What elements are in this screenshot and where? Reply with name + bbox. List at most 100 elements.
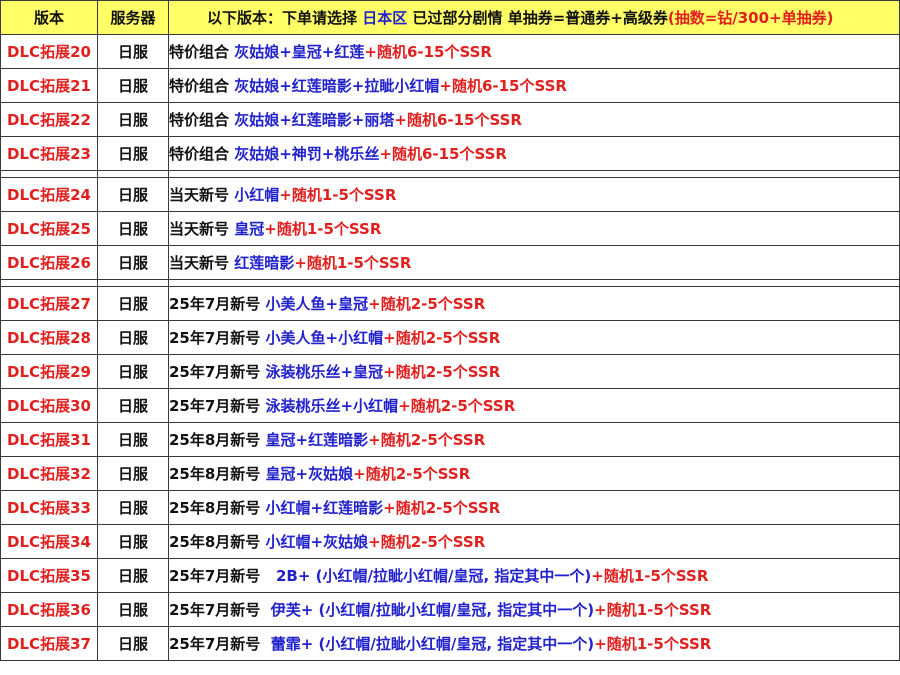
description-cell: 当天新号 小红帽+随机1-5个SSR — [168, 177, 900, 212]
character-list: 小红帽+灰姑娘 — [265, 533, 369, 551]
bonus-text: +随机1-5个SSR — [594, 601, 712, 619]
package-type: 特价组合 — [169, 145, 235, 163]
table-row: DLC拓展33 日服 25年8月新号 小红帽+红莲暗影+随机2-5个SSR — [0, 490, 900, 525]
server-cell: 日服 — [97, 68, 169, 103]
version-cell: DLC拓展34 — [0, 524, 98, 559]
version-cell: DLC拓展29 — [0, 354, 98, 389]
server-cell: 日服 — [97, 245, 169, 280]
bonus-text: +随机6-15个SSR — [394, 111, 522, 129]
separator-cell — [0, 279, 98, 287]
table-row: DLC拓展37 日服 25年7月新号 蕾霏+ (小红帽/拉眦小红帽/皇冠, 指定其中… — [0, 626, 900, 661]
package-type: 25年8月新号 — [169, 499, 266, 517]
character-list: 伊芙+ (小红帽/拉眦小红帽/皇冠, 指定其中一个) — [265, 601, 595, 619]
package-type: 当天新号 — [169, 254, 235, 272]
bonus-text: +随机1-5个SSR — [264, 220, 382, 238]
character-list: 灰姑娘+红莲暗影+拉眦小红帽 — [234, 77, 440, 95]
header-version: 版本 — [0, 0, 98, 35]
server-cell: 日服 — [97, 490, 169, 525]
description-cell: 特价组合 灰姑娘+红莲暗影+丽塔+随机6-15个SSR — [168, 102, 900, 137]
description-cell: 25年7月新号 小美人鱼+皇冠+随机2-5个SSR — [168, 286, 900, 321]
version-cell: DLC拓展37 — [0, 626, 98, 661]
server-cell: 日服 — [97, 211, 169, 246]
package-type: 特价组合 — [169, 43, 235, 61]
separator-cell — [168, 170, 900, 178]
character-list: 红莲暗影 — [234, 254, 295, 272]
description-cell: 25年7月新号 蕾霏+ (小红帽/拉眦小红帽/皇冠, 指定其中一个)+随机1-5… — [168, 626, 900, 661]
description-cell: 25年8月新号 皇冠+灰姑娘+随机2-5个SSR — [168, 456, 900, 491]
separator-cell — [97, 170, 169, 178]
package-type: 25年7月新号 — [169, 567, 266, 585]
server-cell: 日服 — [97, 422, 169, 457]
server-cell: 日服 — [97, 524, 169, 559]
description-cell: 25年8月新号 皇冠+红莲暗影+随机2-5个SSR — [168, 422, 900, 457]
description-cell: 25年7月新号 泳装桃乐丝+皇冠+随机2-5个SSR — [168, 354, 900, 389]
server-cell: 日服 — [97, 320, 169, 355]
bonus-text: +随机2-5个SSR — [383, 499, 501, 517]
bonus-text: +随机1-5个SSR — [591, 567, 709, 585]
bonus-text: +随机2-5个SSR — [368, 431, 486, 449]
table-row: DLC拓展27 日服 25年7月新号 小美人鱼+皇冠+随机2-5个SSR — [0, 286, 900, 321]
table-row: DLC拓展36 日服 25年7月新号 伊芙+ (小红帽/拉眦小红帽/皇冠, 指定其中… — [0, 592, 900, 627]
description-cell: 当天新号 皇冠+随机1-5个SSR — [168, 211, 900, 246]
description-cell: 当天新号 红莲暗影+随机1-5个SSR — [168, 245, 900, 280]
table-row: DLC拓展26 日服 当天新号 红莲暗影+随机1-5个SSR — [0, 245, 900, 280]
description-cell: 25年7月新号 小美人鱼+小红帽+随机2-5个SSR — [168, 320, 900, 355]
version-cell: DLC拓展21 — [0, 68, 98, 103]
character-list: 小红帽 — [234, 186, 280, 204]
version-cell: DLC拓展32 — [0, 456, 98, 491]
description-cell: 25年8月新号 小红帽+灰姑娘+随机2-5个SSR — [168, 524, 900, 559]
server-cell: 日服 — [97, 354, 169, 389]
server-cell: 日服 — [97, 136, 169, 171]
table-row: DLC拓展22 日服 特价组合 灰姑娘+红莲暗影+丽塔+随机6-15个SSR — [0, 102, 900, 137]
bonus-text: +随机1-5个SSR — [294, 254, 412, 272]
header-text-1: 以下版本：下单请选择 — [207, 9, 363, 27]
server-cell: 日服 — [97, 558, 169, 593]
package-type: 25年7月新号 — [169, 601, 266, 619]
table-row: DLC拓展29 日服 25年7月新号 泳装桃乐丝+皇冠+随机2-5个SSR — [0, 354, 900, 389]
server-cell: 日服 — [97, 34, 169, 69]
version-cell: DLC拓展24 — [0, 177, 98, 212]
table-row: DLC拓展24 日服 当天新号 小红帽+随机1-5个SSR — [0, 177, 900, 212]
package-type: 25年8月新号 — [169, 533, 266, 551]
table-row: DLC拓展34 日服 25年8月新号 小红帽+灰姑娘+随机2-5个SSR — [0, 524, 900, 559]
bonus-text: +随机6-15个SSR — [439, 77, 567, 95]
version-cell: DLC拓展28 — [0, 320, 98, 355]
version-cell: DLC拓展23 — [0, 136, 98, 171]
description-cell: 25年8月新号 小红帽+红莲暗影+随机2-5个SSR — [168, 490, 900, 525]
table-row: DLC拓展21 日服 特价组合 灰姑娘+红莲暗影+拉眦小红帽+随机6-15个SSR — [0, 68, 900, 103]
table-row: DLC拓展31 日服 25年8月新号 皇冠+红莲暗影+随机2-5个SSR — [0, 422, 900, 457]
package-type: 特价组合 — [169, 111, 235, 129]
table-row: DLC拓展23 日服 特价组合 灰姑娘+神罚+桃乐丝+随机6-15个SSR — [0, 136, 900, 171]
header-row: 版本 服务器 以下版本：下单请选择 日本区 已过部分剧情 单抽券=普通券+高级券… — [0, 0, 900, 35]
table-row: DLC拓展32 日服 25年8月新号 皇冠+灰姑娘+随机2-5个SSR — [0, 456, 900, 491]
character-list: 小美人鱼+皇冠 — [265, 295, 369, 313]
bonus-text: +随机6-15个SSR — [379, 145, 507, 163]
server-cell: 日服 — [97, 456, 169, 491]
separator-cell — [97, 279, 169, 287]
character-list: 灰姑娘+红莲暗影+丽塔 — [234, 111, 395, 129]
header-description: 以下版本：下单请选择 日本区 已过部分剧情 单抽券=普通券+高级券(抽数=钻/3… — [168, 0, 900, 35]
table-row: DLC拓展20 日服 特价组合 灰姑娘+皇冠+红莲+随机6-15个SSR — [0, 34, 900, 69]
version-cell: DLC拓展31 — [0, 422, 98, 457]
version-cell: DLC拓展25 — [0, 211, 98, 246]
separator-cell — [168, 279, 900, 287]
description-cell: 25年7月新号 伊芙+ (小红帽/拉眦小红帽/皇冠, 指定其中一个)+随机1-5… — [168, 592, 900, 627]
server-cell: 日服 — [97, 286, 169, 321]
pricing-table: 版本 服务器 以下版本：下单请选择 日本区 已过部分剧情 单抽券=普通券+高级券… — [0, 0, 900, 661]
bonus-text: +随机2-5个SSR — [383, 363, 501, 381]
description-cell: 25年7月新号 2B+ (小红帽/拉眦小红帽/皇冠, 指定其中一个)+随机1-5… — [168, 558, 900, 593]
separator-row — [0, 170, 900, 178]
separator-row — [0, 279, 900, 287]
description-cell: 特价组合 灰姑娘+红莲暗影+拉眦小红帽+随机6-15个SSR — [168, 68, 900, 103]
version-cell: DLC拓展35 — [0, 558, 98, 593]
server-cell: 日服 — [97, 177, 169, 212]
server-cell: 日服 — [97, 626, 169, 661]
header-note: (抽数=钻/300+单抽券) — [667, 9, 834, 27]
bonus-text: +随机2-5个SSR — [398, 397, 516, 415]
character-list: 灰姑娘+神罚+桃乐丝 — [234, 145, 380, 163]
bonus-text: +随机6-15个SSR — [364, 43, 492, 61]
character-list: 泳装桃乐丝+小红帽 — [265, 397, 399, 415]
character-list: 灰姑娘+皇冠+红莲 — [234, 43, 365, 61]
character-list: 皇冠+红莲暗影 — [265, 431, 369, 449]
character-list: 小美人鱼+小红帽 — [265, 329, 384, 347]
